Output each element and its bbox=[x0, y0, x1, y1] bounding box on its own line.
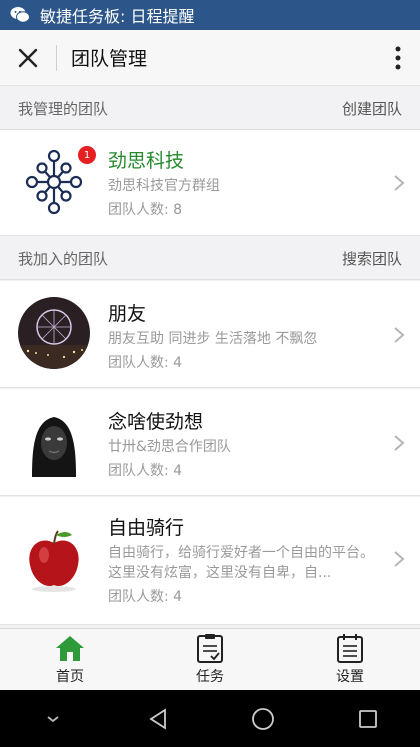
app-header: 团队管理 bbox=[0, 30, 420, 86]
nav-back-button[interactable] bbox=[128, 699, 188, 739]
tab-label: 任务 bbox=[196, 669, 224, 685]
team-description: 朋友互助 同进步 生活落地 不飘忽 bbox=[108, 331, 318, 347]
tab-label: 首页 bbox=[56, 669, 84, 685]
team-info: 自由骑行 自由骑行，给骑行爱好者一个自由的平台。这里没有炫富，这里没有自卑，自.… bbox=[108, 515, 380, 607]
tab-label: 设置 bbox=[336, 669, 364, 685]
close-button[interactable] bbox=[0, 30, 56, 86]
team-avatar-ferris-wheel bbox=[18, 297, 90, 369]
back-triangle-icon bbox=[148, 707, 166, 730]
nav-home-button[interactable] bbox=[233, 699, 293, 739]
more-vertical-icon bbox=[395, 46, 401, 69]
tab-settings[interactable]: 设置 bbox=[280, 629, 420, 690]
more-button[interactable] bbox=[376, 30, 420, 86]
team-name: 自由骑行 bbox=[108, 517, 185, 539]
chevron-right-icon bbox=[394, 551, 405, 567]
status-bar: 敏捷任务板: 日程提醒 bbox=[0, 0, 420, 30]
team-row[interactable]: 念啥使劲想 廿卅&劲思合作团队 团队人数: 4 bbox=[0, 389, 420, 496]
managed-teams-label: 我管理的团队 bbox=[18, 100, 109, 118]
team-description: 自由骑行，给骑行爱好者一个自由的平台。这里没有炫富，这里没有自卑，自... bbox=[108, 545, 374, 581]
header-divider bbox=[56, 44, 57, 71]
clipboard-icon bbox=[197, 634, 223, 663]
team-member-count: 团队人数: 4 bbox=[108, 589, 183, 605]
create-team-button[interactable]: 创建团队 bbox=[342, 98, 402, 119]
status-bar-title: 敏捷任务板: 日程提醒 bbox=[40, 7, 195, 26]
team-name: 劲思科技 bbox=[108, 150, 185, 172]
team-row[interactable]: 朋友 朋友互助 同进步 生活落地 不飘忽 团队人数: 4 bbox=[0, 281, 420, 388]
nav-recents-button[interactable] bbox=[338, 699, 398, 739]
team-row[interactable]: 1 劲思科技 劲思科技官方群组 团队人数: 8 bbox=[0, 130, 420, 236]
team-info: 朋友 朋友互助 同进步 生活落地 不飘忽 团队人数: 4 bbox=[108, 301, 380, 373]
team-member-count: 团队人数: 4 bbox=[108, 355, 183, 371]
team-avatar-dark-face bbox=[18, 405, 90, 477]
recents-square-icon bbox=[358, 709, 377, 728]
home-icon bbox=[56, 636, 84, 661]
team-description: 廿卅&劲思合作团队 bbox=[108, 439, 231, 455]
wechat-icon bbox=[10, 7, 30, 23]
joined-teams-header: 我加入的团队 搜索团队 bbox=[0, 238, 420, 280]
chevron-right-icon bbox=[394, 175, 405, 191]
team-info: 念啥使劲想 廿卅&劲思合作团队 团队人数: 4 bbox=[108, 409, 380, 481]
chevron-right-icon bbox=[394, 327, 405, 343]
chevron-down-icon bbox=[46, 715, 59, 722]
team-description: 劲思科技官方群组 bbox=[108, 178, 220, 194]
bottom-tab-bar: 首页 任务 设置 bbox=[0, 628, 420, 690]
home-circle-icon bbox=[251, 707, 274, 730]
team-row[interactable]: 自由骑行 自由骑行，给骑行爱好者一个自由的平台。这里没有炫富，这里没有自卑，自.… bbox=[0, 497, 420, 625]
joined-teams-label: 我加入的团队 bbox=[18, 250, 109, 268]
team-name: 念啥使劲想 bbox=[108, 411, 204, 433]
tab-home[interactable]: 首页 bbox=[0, 629, 140, 690]
page-title: 团队管理 bbox=[71, 48, 148, 70]
chevron-right-icon bbox=[394, 435, 405, 451]
search-team-button[interactable]: 搜索团队 bbox=[342, 248, 402, 269]
team-info: 劲思科技 劲思科技官方群组 团队人数: 8 bbox=[108, 148, 380, 220]
close-icon bbox=[18, 48, 38, 67]
unread-badge: 1 bbox=[78, 146, 96, 164]
calendar-list-icon bbox=[337, 634, 363, 663]
managed-teams-header: 我管理的团队 创建团队 bbox=[0, 88, 420, 130]
system-nav-bar bbox=[0, 690, 420, 747]
team-name: 朋友 bbox=[108, 303, 147, 325]
tab-tasks[interactable]: 任务 bbox=[140, 629, 280, 690]
team-member-count: 团队人数: 4 bbox=[108, 463, 183, 479]
nav-collapse-button[interactable] bbox=[23, 699, 83, 739]
team-member-count: 团队人数: 8 bbox=[108, 202, 183, 218]
team-avatar-apple bbox=[18, 523, 90, 595]
